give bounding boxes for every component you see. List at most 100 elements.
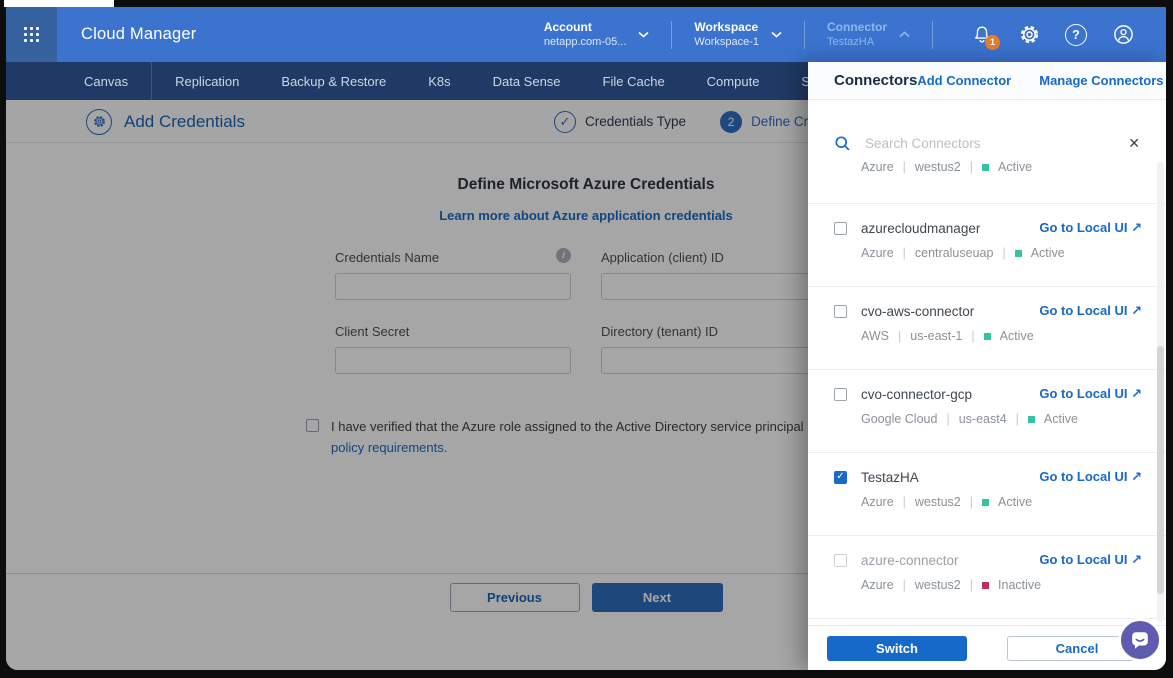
list-item-testazha[interactable]: ✓ TestazHA Go to Local UI ↗ Azure westus… [808,453,1166,536]
info-icon[interactable]: i [556,248,571,263]
field-application-client-id: Application (client) ID [601,250,808,300]
nav-tab-backup-restore[interactable]: Backup & Restore [260,62,407,100]
connector-dropdown[interactable]: Connector TestazHA [821,19,916,50]
step-credentials-type[interactable]: ✓ Credentials Type [554,111,686,133]
settings-button[interactable] [1016,22,1042,48]
steps-bar: Add Credentials ✓ Credentials Type 2 Def… [6,100,808,143]
top-bar: Cloud Manager Account netapp.com-05... W… [6,7,1166,62]
connector-checkbox[interactable]: ✓ [834,471,847,484]
status-badge: Active [1000,329,1034,343]
add-connector-link[interactable]: Add Connector [917,73,1011,88]
chat-bubble-icon [1129,629,1151,651]
divider [932,21,933,49]
status-dot [982,164,989,171]
connectors-header: Connectors Add Connector Manage Connecto… [808,62,1166,100]
help-icon: ? [1065,24,1087,46]
status-badge: Active [1044,412,1078,426]
grid-icon [24,27,40,43]
panel-footer: Switch Cancel [808,625,1166,670]
credentials-name-input[interactable] [335,273,571,300]
go-to-local-ui-link[interactable]: Go to Local UI ↗ [1039,469,1142,485]
external-link-icon: ↗ [1131,303,1142,318]
go-to-local-ui-link[interactable]: Go to Local UI ↗ [1039,386,1142,402]
connector-value: TestazHA [827,35,887,50]
go-to-local-ui-link[interactable]: Go to Local UI ↗ [1039,552,1142,568]
wizard-footer: Previous Next [6,573,808,621]
status-dot [1015,250,1022,257]
notifications-button[interactable]: 1 [969,22,995,48]
nav-divider [151,62,152,100]
manage-connectors-link[interactable]: Manage Connectors [1039,73,1163,88]
status-badge: Active [998,495,1032,509]
status-dot [1028,416,1035,423]
verify-role-text: I have verified that the Azure role assi… [331,419,808,434]
field-directory-tenant-id: Directory (tenant) ID [601,324,808,374]
verify-role-row: I have verified that the Azure role assi… [306,416,808,458]
client-secret-input[interactable] [335,347,571,374]
connector-search: ✕ [808,100,1166,158]
connector-label: Connector [827,19,887,35]
status-dot [984,333,991,340]
nav-tab-compute[interactable]: Compute [686,62,781,100]
go-to-local-ui-link[interactable]: Go to Local UI ↗ [1039,220,1142,236]
nav-tab-data-sense[interactable]: Data Sense [472,62,582,100]
search-input[interactable] [865,136,1114,151]
wizard-area: Add Credentials ✓ Credentials Type 2 Def… [6,100,808,670]
list-item-azurecloudmanager[interactable]: ✓ azurecloudmanager Go to Local UI ↗ Azu… [808,204,1166,287]
connectors-panel: Connectors Add Connector Manage Connecto… [808,62,1166,670]
connector-list: Azure westus2 Active ✓ azurecloudmanager… [808,158,1166,625]
user-menu-button[interactable] [1110,22,1136,48]
field-credentials-name: Credentials Name i [335,250,571,300]
user-icon [1112,23,1135,46]
policy-requirements-link[interactable]: policy requirements. [331,440,447,455]
external-link-icon: ↗ [1131,552,1142,567]
status-dot [982,582,989,589]
wizard-steps: ✓ Credentials Type 2 Define Credentials … [554,100,808,143]
wizard-name: Add Credentials [86,100,245,143]
workspace-label: Workspace [694,19,759,35]
connector-checkbox[interactable]: ✓ [834,305,847,318]
connector-checkbox[interactable]: ✓ [834,554,847,567]
application-client-id-input[interactable] [601,273,808,300]
scrollbar-thumb[interactable] [1157,346,1164,594]
step-define-credentials[interactable]: 2 Define Credentials [720,111,808,133]
next-button[interactable]: Next [592,583,723,612]
chevron-up-icon [899,31,910,38]
nav-tab-replication[interactable]: Replication [154,62,260,100]
go-to-local-ui-link[interactable]: Go to Local UI ↗ [1039,303,1142,319]
connector-checkbox[interactable]: ✓ [834,222,847,235]
status-badge: Inactive [998,578,1041,592]
top-bar-right: Account netapp.com-05... Workspace Works… [538,7,1166,62]
credentials-gear-icon [86,109,112,135]
connector-checkbox[interactable]: ✓ [834,388,847,401]
chat-widget-button[interactable] [1118,618,1162,662]
field-client-secret: Client Secret [335,324,571,374]
previous-button[interactable]: Previous [450,583,580,612]
nav-tab-canvas[interactable]: Canvas [63,62,149,100]
help-button[interactable]: ? [1063,22,1089,48]
nav-tab-file-cache[interactable]: File Cache [582,62,686,100]
nav-tab-k8s[interactable]: K8s [407,62,471,100]
external-link-icon: ↗ [1131,220,1142,235]
background-artifact [4,0,114,7]
connectors-title: Connectors [834,72,917,89]
list-item-cvo-connector-gcp[interactable]: ✓ cvo-connector-gcp Go to Local UI ↗ Goo… [808,370,1166,453]
credentials-form: Credentials Name i Application (client) … [335,250,808,374]
verify-role-checkbox[interactable] [306,419,319,432]
divider [804,21,805,49]
external-link-icon: ↗ [1131,469,1142,484]
switch-button[interactable]: Switch [827,636,967,661]
search-icon [834,135,851,152]
list-item-azure-connector[interactable]: ✓ azure-connector Go to Local UI ↗ Azure… [808,536,1166,619]
app-grid-button[interactable] [6,7,57,62]
scrollbar-track [1157,162,1164,622]
account-dropdown[interactable]: Account netapp.com-05... [538,19,656,50]
learn-more-link[interactable]: Learn more about Azure application crede… [6,208,808,223]
list-item-partial[interactable]: Azure westus2 Active [808,158,1166,204]
workspace-dropdown[interactable]: Workspace Workspace-1 [688,19,788,50]
directory-tenant-id-input[interactable] [601,347,808,374]
status-badge: Active [1031,246,1065,260]
clear-search-icon[interactable]: ✕ [1128,135,1140,152]
cloud-manager-window: Cloud Manager Account netapp.com-05... W… [6,7,1166,670]
list-item-cvo-aws-connector[interactable]: ✓ cvo-aws-connector Go to Local UI ↗ AWS… [808,287,1166,370]
